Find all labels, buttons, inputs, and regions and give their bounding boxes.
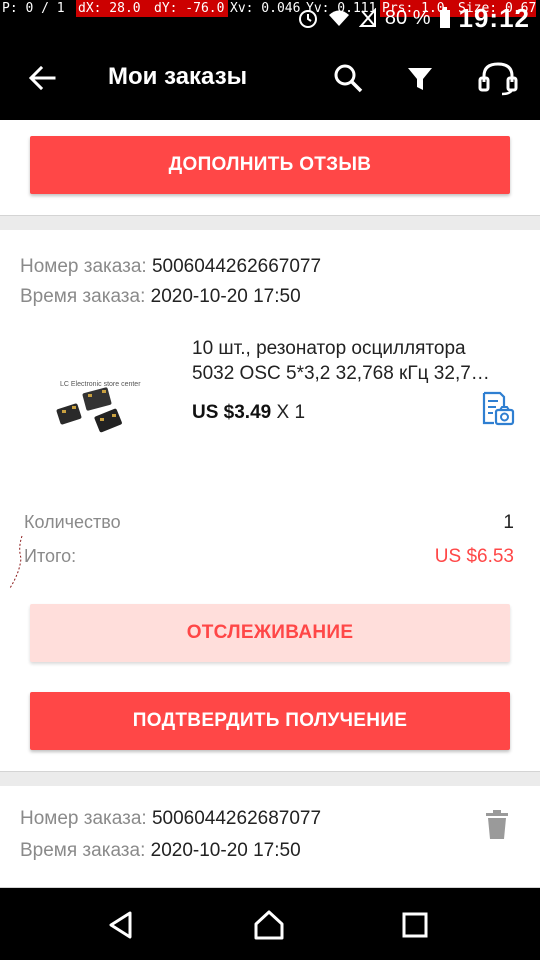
battery-percent: 80 %: [384, 6, 431, 29]
battery-icon: [439, 7, 450, 28]
search-icon[interactable]: [332, 62, 364, 94]
product-qty: X 1: [276, 402, 306, 423]
system-nav-bar: [0, 888, 540, 960]
nav-home-icon[interactable]: [252, 908, 286, 942]
confirm-receipt-button[interactable]: ПОДТВЕРДИТЬ ПОЛУЧЕНИЕ: [30, 692, 510, 750]
photo-review-icon[interactable]: [478, 390, 516, 428]
order-card-previous: ДОПОЛНИТЬ ОТЗЫВ: [0, 120, 540, 216]
debug-dx: dX: 28.0: [76, 0, 152, 17]
wifi-icon: [328, 10, 349, 26]
debug-pointer-count: P: 0 / 1: [0, 0, 76, 17]
order-number-row-2: Номер заказа: 5006044262687077: [20, 808, 321, 830]
filter-icon[interactable]: [404, 62, 436, 94]
order-card: Номер заказа: 5006044262667077 Время зак…: [0, 230, 540, 772]
order-number: 5006044262667077: [151, 256, 322, 277]
tracking-button[interactable]: ОТСЛЕЖИВАНИЕ: [30, 604, 510, 662]
order-time-2: 2020-10-20 17:50: [150, 840, 301, 861]
order-number-label: Номер заказа:: [20, 256, 147, 277]
nav-recents-icon[interactable]: [398, 908, 432, 942]
back-arrow-icon[interactable]: [26, 62, 58, 94]
support-headset-icon[interactable]: [476, 60, 520, 96]
order-time-label-2: Время заказа:: [20, 840, 146, 861]
status-bar: P: 0 / 1 dX: 28.0 dY: -76.0 Xv: 0.046 Yv…: [0, 0, 540, 36]
quantity-label: Количество: [24, 512, 121, 532]
delete-order-icon[interactable]: [484, 810, 510, 840]
touch-trace: [9, 535, 23, 589]
product-title[interactable]: 10 шт., резонатор осциллятора 5032 OSC 5…: [192, 336, 508, 386]
order-time: 2020-10-20 17:50: [150, 286, 301, 307]
system-icons: 80 % 19:12: [297, 2, 530, 33]
clock: 19:12: [458, 2, 530, 33]
product-price: US $3.49: [192, 402, 272, 423]
order-time-label: Время заказа:: [20, 286, 146, 307]
no-signal-icon: [358, 8, 376, 27]
page-title: Мои заказы: [108, 63, 248, 90]
order-card-next: Номер заказа: 5006044262687077 Время зак…: [0, 786, 540, 888]
order-time-row: Время заказа: 2020-10-20 17:50: [20, 286, 301, 308]
product-image[interactable]: LC Electronic store center: [52, 350, 174, 482]
debug-xv: Xv: 0.046: [228, 0, 304, 17]
order-number-label-2: Номер заказа:: [20, 808, 147, 829]
product-image-caption: LC Electronic store center: [60, 381, 141, 388]
order-time-row-2: Время заказа: 2020-10-20 17:50: [20, 840, 301, 862]
app-bar: Мои заказы: [0, 36, 540, 120]
debug-dy: dY: -76.0: [152, 0, 228, 17]
add-review-button[interactable]: ДОПОЛНИТЬ ОТЗЫВ: [30, 136, 510, 194]
alarm-icon: [298, 10, 317, 28]
product-title-line-2: 5032 OSC 5*3,2 32,768 кГц 32,7…: [192, 363, 490, 384]
order-number-2: 5006044262687077: [151, 808, 322, 829]
product-title-line-1: 10 шт., резонатор осциллятора: [192, 338, 466, 359]
order-number-row: Номер заказа: 5006044262667077: [20, 256, 321, 278]
total-label: Итого:: [24, 546, 77, 566]
quantity-value: 1: [503, 512, 514, 533]
product-price-row: US $3.49 X 1: [192, 402, 305, 424]
total-value: US $6.53: [434, 546, 514, 567]
nav-back-icon[interactable]: [104, 908, 138, 942]
